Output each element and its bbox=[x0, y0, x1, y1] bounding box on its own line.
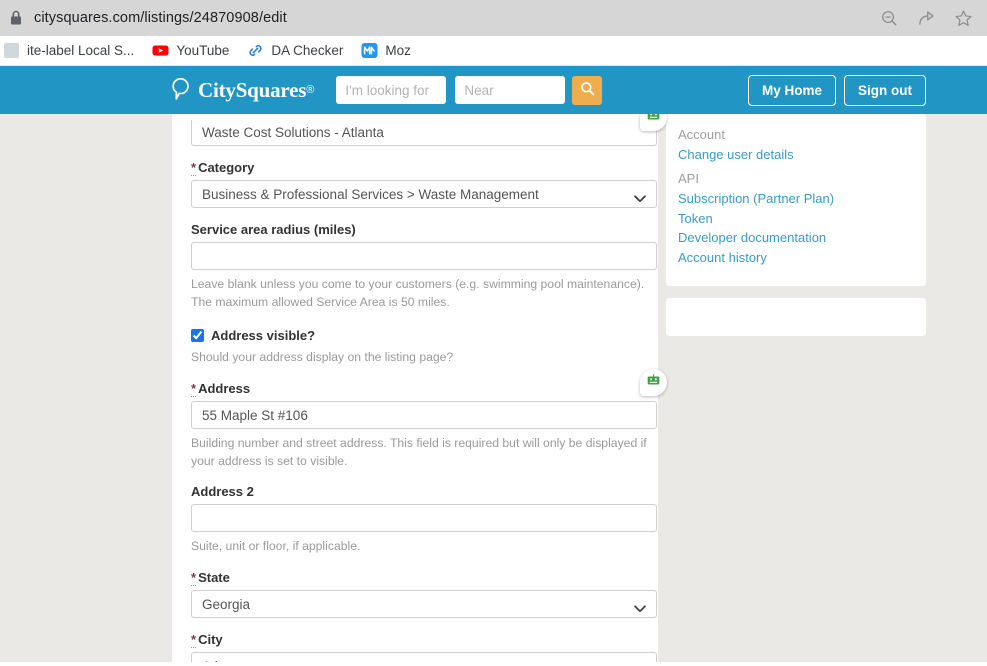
category-label: * Category bbox=[191, 160, 255, 176]
account-links-card: Account Change user details API Subscrip… bbox=[666, 114, 926, 286]
sidebar-link-change-user-details[interactable]: Change user details bbox=[678, 145, 914, 165]
share-icon[interactable] bbox=[917, 9, 936, 28]
bookmark-label: DA Checker bbox=[271, 43, 344, 58]
browser-toolbar-actions bbox=[880, 9, 981, 28]
address2-input[interactable] bbox=[191, 504, 657, 533]
address2-label: Address 2 bbox=[191, 484, 254, 500]
page-body: *Category Service area radius (miles) Le… bbox=[0, 114, 987, 662]
business-name-input[interactable] bbox=[191, 120, 657, 146]
address-input[interactable] bbox=[191, 401, 657, 430]
sidebar-secondary-card bbox=[666, 297, 926, 336]
address-visible-group: Address visible? Should your address dis… bbox=[182, 328, 648, 367]
autofill-robot-icon bbox=[646, 373, 661, 393]
search-submit-button[interactable] bbox=[572, 75, 603, 105]
browser-address-bar[interactable]: citysquares.com/listings/24870908/edit bbox=[0, 0, 987, 36]
sign-out-button[interactable]: Sign out bbox=[844, 74, 926, 106]
generic-site-icon bbox=[3, 42, 20, 59]
address2-group: Address 2 Suite, unit or floor, if appli… bbox=[182, 484, 657, 556]
favorite-star-icon[interactable] bbox=[954, 9, 973, 28]
search-location-input[interactable] bbox=[455, 76, 566, 104]
site-header: CitySquares ® My Home Sign out bbox=[0, 66, 987, 114]
search-query-input[interactable] bbox=[336, 76, 447, 104]
sidebar-link-developer-documentation[interactable]: Developer documentation bbox=[678, 228, 914, 248]
bookmark-label: ite-label Local S... bbox=[27, 43, 135, 58]
state-label: * State bbox=[191, 570, 230, 587]
brand-name: CitySquares bbox=[198, 77, 307, 102]
lock-icon bbox=[8, 9, 24, 27]
service-radius-input[interactable] bbox=[191, 242, 657, 270]
required-asterisk: * bbox=[191, 160, 197, 176]
account-heading: Account bbox=[678, 127, 725, 142]
zoom-out-icon[interactable] bbox=[880, 9, 899, 28]
youtube-icon bbox=[152, 42, 169, 59]
header-search bbox=[336, 75, 603, 105]
address2-help: Suite, unit or floor, if applicable. bbox=[191, 539, 361, 554]
bookmark-label: YouTube bbox=[176, 43, 230, 58]
sidebar-link-subscription[interactable]: Subscription (Partner Plan) bbox=[678, 189, 914, 209]
link-icon bbox=[247, 42, 264, 59]
required-asterisk: * bbox=[191, 632, 197, 649]
address-visible-checkbox[interactable] bbox=[191, 329, 204, 343]
bookmark-white-label-local[interactable]: ite-label Local S... bbox=[0, 39, 143, 62]
category-group: * Category bbox=[182, 160, 657, 208]
autofill-robot-badge-address[interactable] bbox=[640, 369, 667, 396]
search-icon bbox=[580, 81, 595, 99]
citysquares-logo-icon bbox=[170, 77, 192, 102]
url-text: citysquares.com/listings/24870908/edit bbox=[34, 10, 287, 26]
state-select[interactable] bbox=[191, 590, 657, 619]
state-group: * State bbox=[182, 570, 657, 619]
sidebar-link-token[interactable]: Token bbox=[678, 209, 914, 229]
category-select[interactable] bbox=[191, 180, 657, 208]
address-help: Building number and street address. This… bbox=[191, 436, 647, 468]
autofill-robot-icon bbox=[646, 114, 661, 128]
service-radius-help: Leave blank unless you come to your cust… bbox=[191, 277, 645, 309]
city-label: * City bbox=[191, 632, 223, 649]
city-select[interactable] bbox=[191, 652, 657, 662]
header-account-actions: My Home Sign out bbox=[747, 74, 987, 106]
api-heading: API bbox=[678, 170, 699, 186]
address-visible-label: Address visible? bbox=[211, 328, 316, 344]
listing-edit-form: *Category Service area radius (miles) Le… bbox=[172, 114, 658, 662]
service-radius-group: Service area radius (miles) Leave blank … bbox=[182, 222, 657, 311]
citysquares-logo[interactable]: CitySquares ® bbox=[170, 78, 314, 103]
my-home-button[interactable]: My Home bbox=[747, 74, 836, 106]
autofill-robot-badge-business-name[interactable] bbox=[640, 114, 667, 131]
sidebar-link-account-history[interactable]: Account history bbox=[678, 248, 914, 268]
required-asterisk: * bbox=[191, 381, 197, 398]
api-section: API Subscription (Partner Plan) Token De… bbox=[678, 171, 914, 268]
service-radius-label: Service area radius (miles) bbox=[191, 222, 356, 237]
business-name-group bbox=[182, 120, 657, 146]
address-group: *Address Building number and street addr… bbox=[182, 381, 657, 470]
brand-trademark: ® bbox=[306, 84, 315, 96]
moz-icon bbox=[361, 42, 378, 59]
account-section: Account Change user details bbox=[678, 127, 914, 165]
address-visible-help: Should your address display on the listi… bbox=[191, 350, 454, 365]
account-sidebar: Account Change user details API Subscrip… bbox=[666, 114, 926, 336]
bookmark-da-checker[interactable]: DA Checker bbox=[238, 39, 352, 62]
bookmarks-bar: ite-label Local S... YouTube DA Checker bbox=[0, 36, 987, 66]
browser-chrome: citysquares.com/listings/24870908/edit i… bbox=[0, 0, 987, 66]
bookmark-label: Moz bbox=[385, 43, 411, 58]
bookmark-moz[interactable]: Moz bbox=[352, 39, 420, 62]
required-asterisk: * bbox=[191, 570, 197, 587]
address-label: * Address bbox=[191, 381, 251, 398]
bookmark-youtube[interactable]: YouTube bbox=[143, 39, 238, 62]
city-group: * City bbox=[182, 632, 657, 662]
